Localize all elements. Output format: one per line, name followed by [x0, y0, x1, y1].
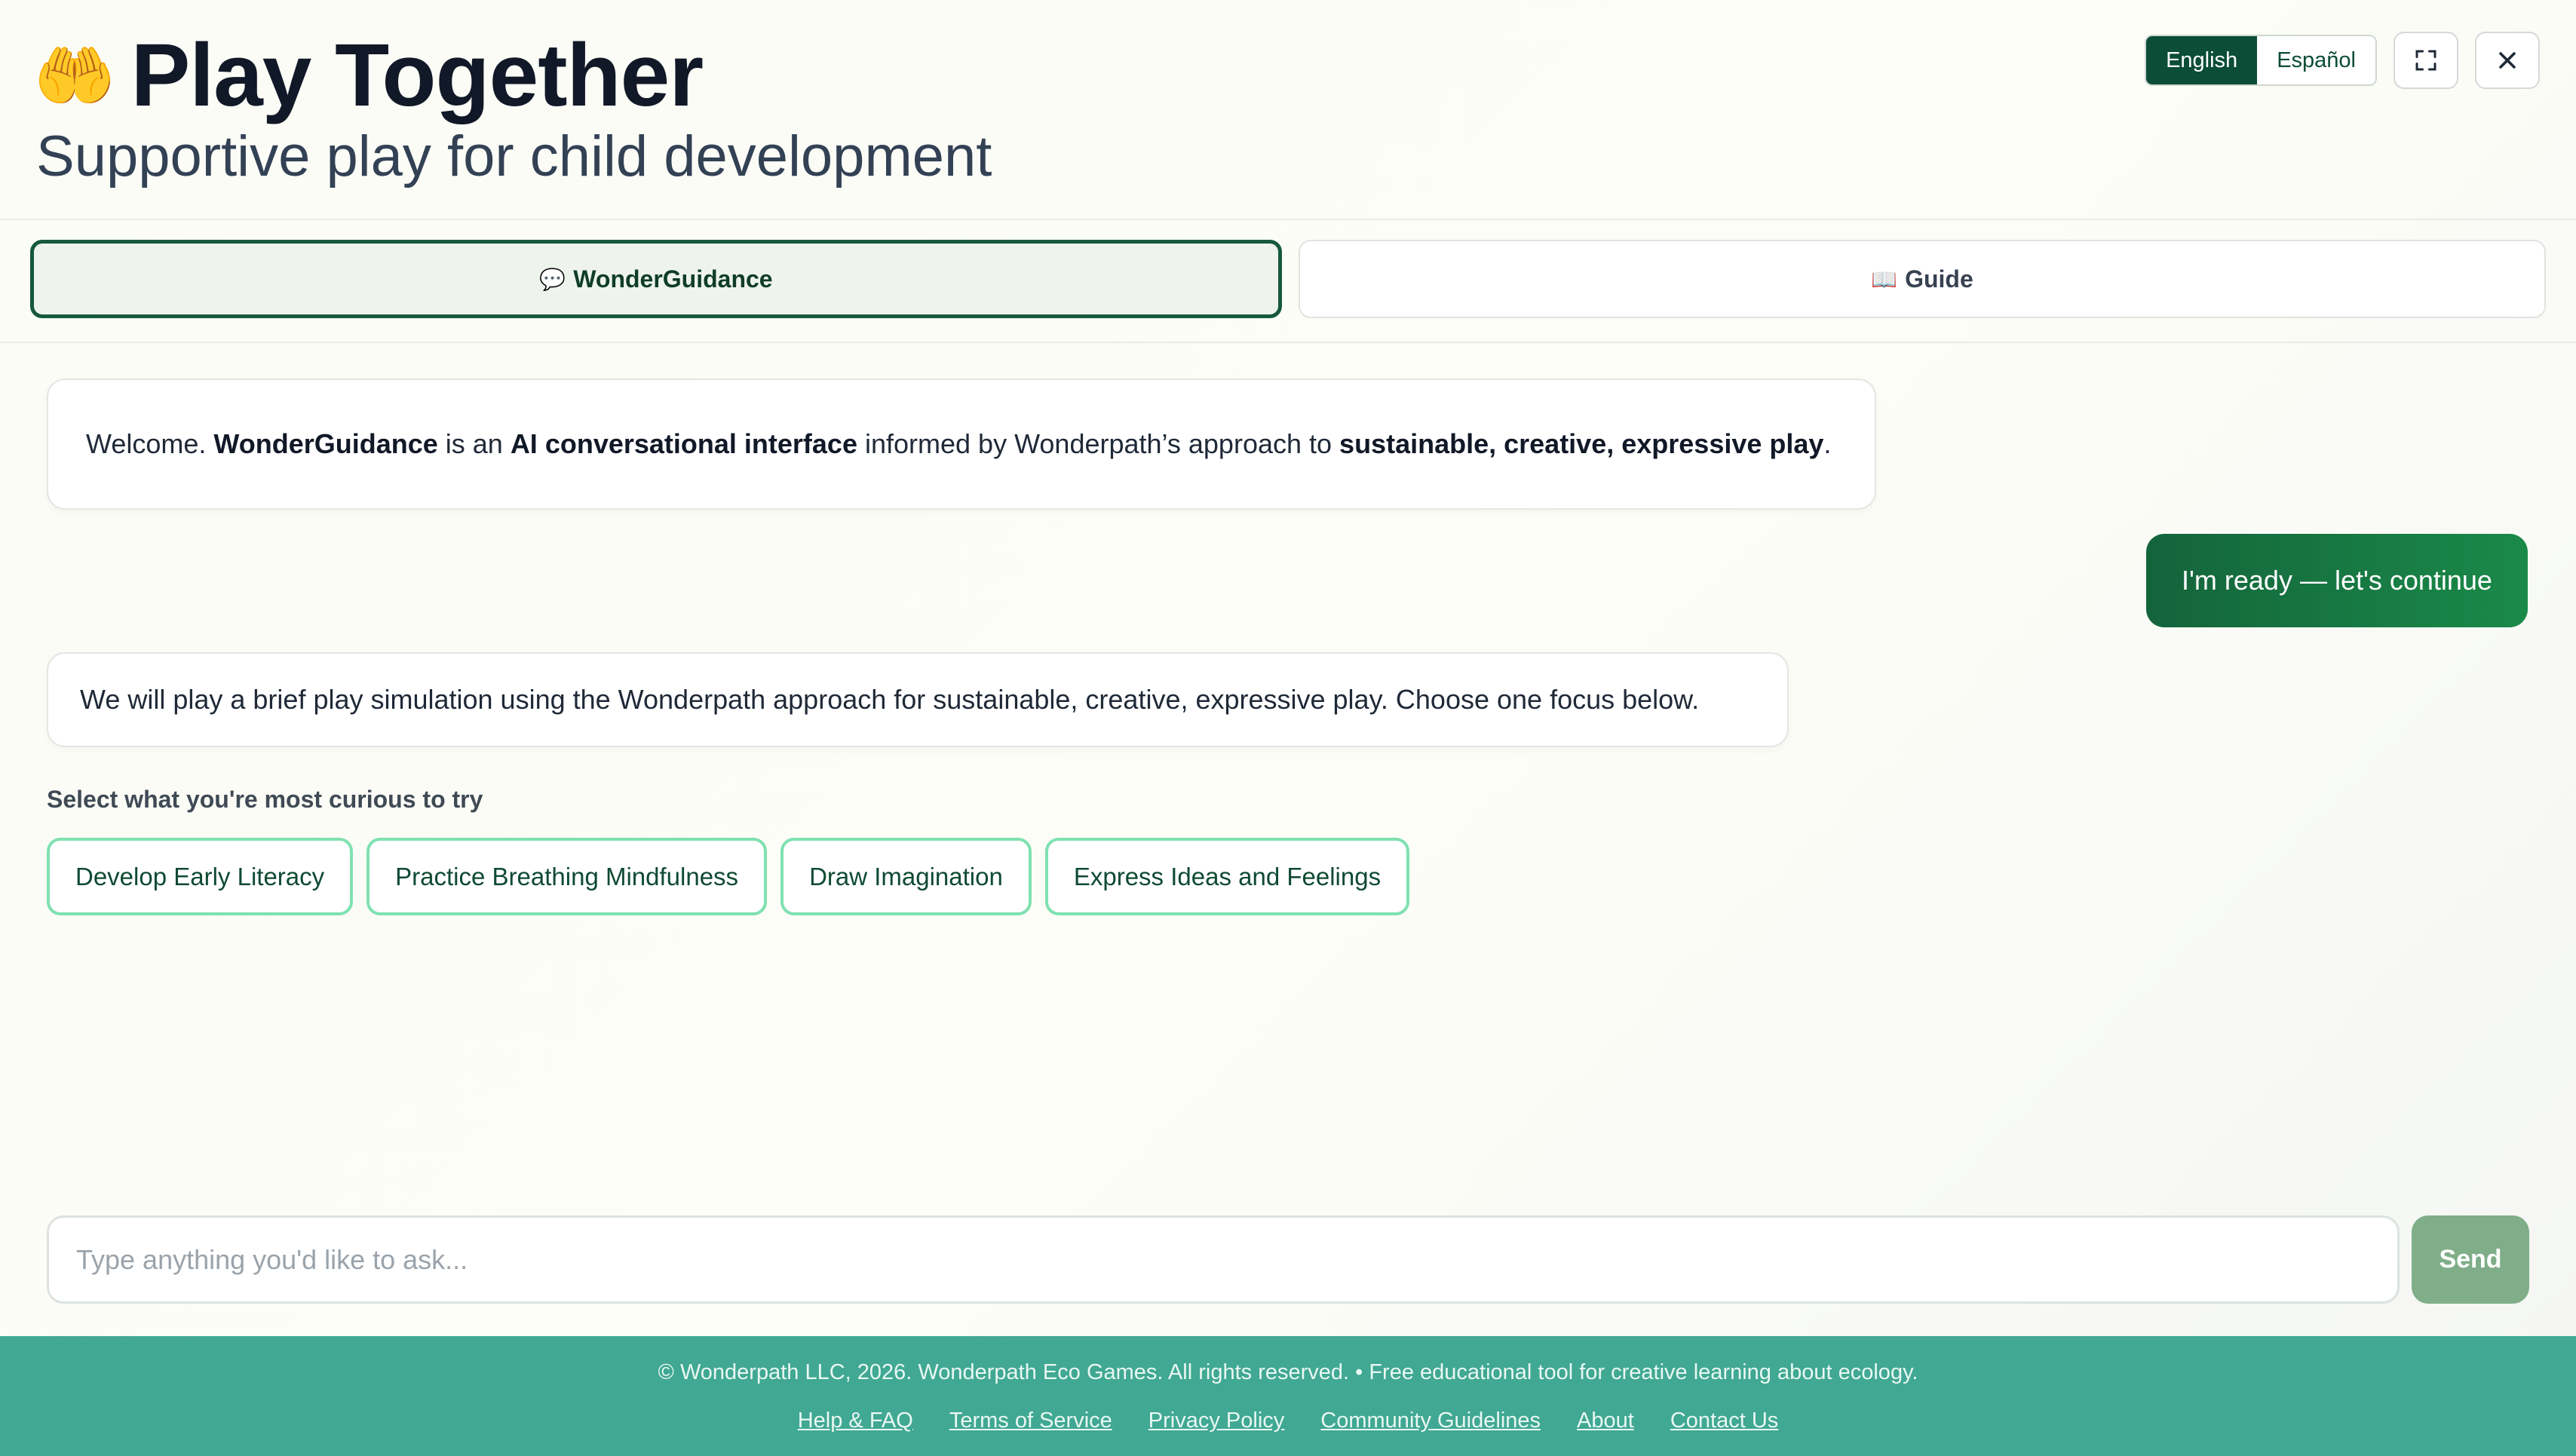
footer-link-about[interactable]: About — [1577, 1408, 1634, 1433]
footer-copyright: © Wonderpath LLC, 2026. Wonderpath Eco G… — [658, 1360, 1918, 1384]
tabs-divider — [0, 342, 2576, 343]
page-title: Play Together — [130, 26, 704, 125]
fullscreen-icon — [2415, 50, 2436, 71]
chat-input[interactable] — [47, 1215, 2400, 1304]
raised-hands-icon: 🤲 — [33, 38, 116, 113]
footer-link-community-guidelines[interactable]: Community Guidelines — [1320, 1408, 1541, 1433]
focus-select-label: Select what you're most curious to try — [47, 786, 483, 813]
tab-bar: 💬 WonderGuidance 📖 Guide — [30, 240, 2546, 318]
language-toggle: English Español — [2145, 35, 2377, 86]
welcome-text: Welcome. WonderGuidance is an AI convers… — [86, 428, 1832, 459]
footer-link-privacy[interactable]: Privacy Policy — [1148, 1408, 1285, 1433]
tab-guide[interactable]: 📖 Guide — [1299, 240, 2546, 318]
assistant-welcome-message: Welcome. WonderGuidance is an AI convers… — [47, 379, 1876, 510]
speech-bubble-icon: 💬 — [539, 267, 566, 291]
close-icon — [2499, 52, 2516, 69]
send-button[interactable]: Send — [2412, 1215, 2529, 1304]
footer-links: Help & FAQ Terms of Service Privacy Poli… — [0, 1408, 2576, 1433]
footer: © Wonderpath LLC, 2026. Wonderpath Eco G… — [0, 1336, 2576, 1456]
option-practice-breathing-mindfulness[interactable]: Practice Breathing Mindfulness — [366, 838, 768, 915]
assistant-simulation-message: We will play a brief play simulation usi… — [47, 652, 1789, 747]
option-draw-imagination[interactable]: Draw Imagination — [780, 838, 1032, 915]
option-express-ideas-and-feelings[interactable]: Express Ideas and Feelings — [1044, 838, 1410, 915]
tab-label: WonderGuidance — [573, 265, 773, 293]
option-develop-early-literacy[interactable]: Develop Early Literacy — [47, 838, 354, 915]
page-subtitle: Supportive play for child development — [36, 124, 992, 189]
fullscreen-button[interactable] — [2394, 32, 2458, 89]
tab-wonderguidance[interactable]: 💬 WonderGuidance — [30, 240, 1282, 318]
title-row: 🤲 Play Together — [33, 26, 704, 125]
app-header: 🤲 Play Together Supportive play for chil… — [0, 0, 2576, 220]
tab-label: Guide — [1905, 265, 1973, 293]
footer-link-help-faq[interactable]: Help & FAQ — [798, 1408, 913, 1433]
close-button[interactable] — [2475, 32, 2540, 89]
focus-options: Develop Early Literacy Practice Breathin… — [47, 838, 1410, 915]
open-book-icon: 📖 — [1871, 267, 1898, 291]
footer-link-contact[interactable]: Contact Us — [1670, 1408, 1778, 1433]
user-message: I'm ready — let's continue — [2146, 534, 2528, 627]
language-spanish-button[interactable]: Español — [2257, 36, 2375, 84]
top-controls: English Español — [2145, 32, 2540, 89]
language-english-button[interactable]: English — [2146, 36, 2258, 84]
footer-link-terms[interactable]: Terms of Service — [949, 1408, 1112, 1433]
